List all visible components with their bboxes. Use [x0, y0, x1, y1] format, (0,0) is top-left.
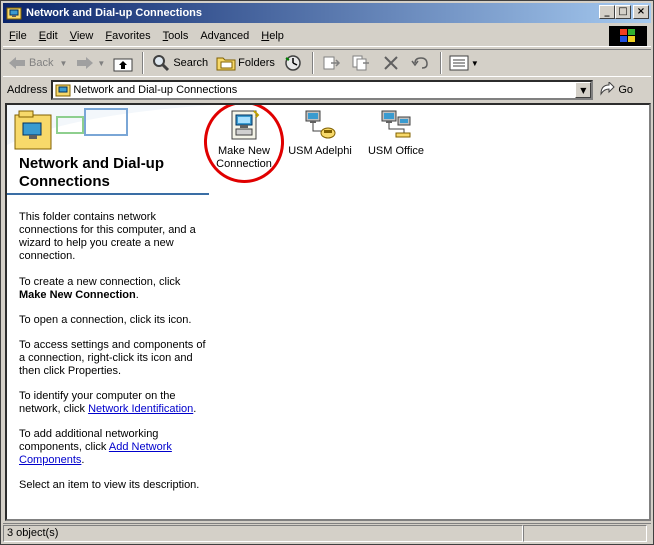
address-dropdown-button[interactable]: ▼ — [575, 82, 592, 98]
copy-to-button[interactable] — [347, 51, 377, 75]
usm-office-item[interactable]: USM Office — [359, 109, 433, 158]
menu-tools[interactable]: Tools — [157, 30, 195, 42]
item-label: USM Adelphi — [288, 145, 352, 157]
description-settings: To access settings and components of a c… — [19, 339, 206, 377]
dial-up-connection-icon — [304, 109, 336, 141]
search-button[interactable]: Search — [147, 51, 212, 75]
lan-connection-icon — [380, 109, 412, 141]
menu-advanced[interactable]: Advanced — [194, 30, 255, 42]
close-button[interactable]: × — [633, 5, 649, 19]
description-select: Select an item to view its description. — [19, 479, 200, 491]
address-bar: Address Network and Dial-up Connections … — [3, 79, 651, 101]
window-title: Network and Dial-up Connections — [26, 7, 203, 19]
description-identify: To identify your computer on the network… — [19, 390, 197, 415]
menu-favorites[interactable]: Favorites — [99, 30, 156, 42]
folder-content[interactable]: Network and Dial-up Connections This fol… — [5, 103, 651, 521]
web-view-pane: Network and Dial-up Connections This fol… — [7, 105, 212, 519]
minimize-button[interactable]: _ — [599, 5, 615, 19]
forward-dropdown-icon[interactable]: ▼ — [97, 59, 105, 68]
menu-edit[interactable]: Edit — [33, 30, 64, 42]
search-icon — [151, 54, 171, 72]
toolbar-separator — [439, 52, 442, 74]
views-dropdown-icon[interactable]: ▼ — [471, 59, 479, 68]
menu-bar: File Edit View Favorites Tools Advanced … — [3, 25, 651, 47]
go-button[interactable]: Go — [599, 80, 633, 99]
item-label: USM Office — [367, 145, 425, 157]
forward-button[interactable]: ▼ — [71, 51, 109, 75]
status-object-count: 3 object(s) — [3, 524, 523, 542]
undo-button[interactable] — [407, 51, 437, 75]
explorer-window: Network and Dial-up Connections _ □ × Fi… — [0, 0, 654, 545]
go-arrow-icon — [599, 80, 616, 99]
description-add: To add additional networking components,… — [19, 428, 172, 466]
history-button[interactable] — [279, 51, 309, 75]
description-open: To open a connection, click its icon. — [19, 314, 192, 326]
standard-toolbar: Back ▼ ▼ Search Folders ▼ — [3, 49, 651, 77]
network-folder-icon — [55, 83, 71, 100]
title-bar[interactable]: Network and Dial-up Connections _ □ × — [3, 3, 651, 23]
description-create: To create a new connection, click Make N… — [19, 276, 181, 301]
delete-x-icon — [381, 54, 401, 72]
address-value: Network and Dial-up Connections — [73, 84, 238, 96]
views-button[interactable]: ▼ — [445, 51, 483, 75]
toolbar-separator — [311, 52, 314, 74]
up-folder-icon — [113, 54, 133, 72]
status-zone — [523, 524, 647, 542]
forward-arrow-icon — [75, 54, 95, 72]
address-label: Address — [7, 84, 48, 96]
status-bar: 3 object(s) — [3, 523, 651, 542]
title-divider — [7, 193, 209, 195]
back-dropdown-icon[interactable]: ▼ — [59, 59, 67, 68]
windows-logo-icon — [609, 26, 647, 46]
copy-to-icon — [351, 54, 371, 72]
back-arrow-icon — [7, 54, 27, 72]
toolbar-separator — [142, 52, 145, 74]
menu-view[interactable]: View — [64, 30, 100, 42]
history-clock-icon — [283, 54, 303, 72]
banner-graphic — [7, 105, 212, 155]
move-to-icon — [321, 54, 341, 72]
up-folder-button[interactable] — [109, 51, 139, 75]
folders-icon — [216, 54, 236, 72]
address-input[interactable]: Network and Dial-up Connections ▼ — [51, 80, 594, 100]
network-identification-link[interactable]: Network Identification — [88, 403, 193, 415]
folders-button[interactable]: Folders — [212, 51, 279, 75]
pane-title: Network and Dial-up Connections — [19, 155, 165, 190]
back-button[interactable]: Back ▼ — [3, 51, 71, 75]
network-folder-icon — [6, 5, 22, 21]
delete-button[interactable] — [377, 51, 407, 75]
views-icon — [449, 54, 469, 72]
move-to-button[interactable] — [317, 51, 347, 75]
menu-file[interactable]: File — [3, 30, 33, 42]
description-intro: This folder contains network connections… — [19, 211, 196, 262]
undo-icon — [411, 54, 431, 72]
maximize-button[interactable]: □ — [615, 5, 631, 19]
usm-adelphi-item[interactable]: USM Adelphi — [283, 109, 357, 158]
menu-help[interactable]: Help — [255, 30, 290, 42]
